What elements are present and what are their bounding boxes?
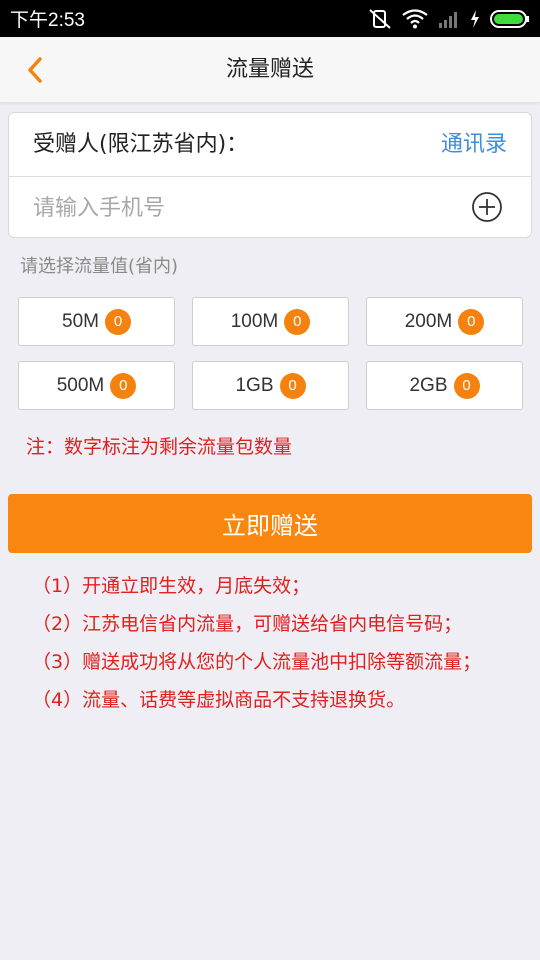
- mute-icon: [368, 8, 392, 30]
- rule-item: （3）赠送成功将从您的个人流量池中扣除等额流量；: [32, 651, 482, 673]
- add-contact-button[interactable]: [471, 191, 503, 223]
- recipient-row: 受赠人(限江苏省内)： 通讯录: [9, 113, 531, 177]
- option-label: 200M: [404, 310, 453, 332]
- option-count-badge: 0: [458, 308, 485, 335]
- rule-item: （4）流量、话费等虚拟商品不支持退换货。: [32, 689, 406, 711]
- option-2gb[interactable]: 2GB 0: [366, 361, 523, 410]
- remaining-note: 注：数字标注为剩余流量包数量: [26, 436, 293, 458]
- status-bar: 下午2:53: [0, 0, 540, 37]
- rule-item: （1）开通立即生效，月底失效；: [32, 575, 311, 597]
- signal-icon: [438, 10, 460, 28]
- send-gift-button[interactable]: 立即赠送: [8, 494, 532, 553]
- option-count-badge: 0: [110, 372, 137, 399]
- option-200m[interactable]: 200M 0: [366, 297, 523, 346]
- option-label: 100M: [230, 310, 279, 332]
- option-count-badge: 0: [453, 372, 480, 399]
- battery-icon: [490, 9, 530, 29]
- option-label: 2GB: [409, 374, 448, 396]
- recipient-label: 受赠人(限江苏省内)：: [33, 132, 249, 157]
- option-100m[interactable]: 100M 0: [192, 297, 349, 346]
- option-50m[interactable]: 50M 0: [18, 297, 175, 346]
- phone-input[interactable]: [33, 179, 453, 237]
- option-count-badge: 0: [279, 372, 306, 399]
- rules-list: （1）开通立即生效，月底失效； （2）江苏电信省内流量，可赠送给省内电信号码； …: [32, 572, 532, 724]
- rule-item: （2）江苏电信省内流量，可赠送给省内电信号码；: [32, 613, 463, 635]
- option-label: 500M: [56, 374, 105, 396]
- option-1gb[interactable]: 1GB 0: [192, 361, 349, 410]
- option-count-badge: 0: [284, 308, 311, 335]
- status-time: 下午2:53: [10, 10, 85, 31]
- recipient-card: 受赠人(限江苏省内)： 通讯录: [8, 112, 532, 238]
- plus-circle-icon: [472, 192, 502, 222]
- page-title: 流量赠送: [225, 57, 314, 82]
- contacts-link[interactable]: 通讯录: [441, 113, 507, 177]
- option-count-badge: 0: [104, 308, 131, 335]
- option-label: 50M: [62, 310, 99, 332]
- option-label: 1GB: [235, 374, 274, 396]
- charging-icon: [470, 9, 480, 28]
- wifi-icon: [402, 8, 428, 29]
- header: 流量赠送: [0, 37, 540, 103]
- option-500m[interactable]: 500M 0: [18, 361, 175, 410]
- status-icons: [368, 8, 530, 30]
- select-label: 请选择流量值(省内): [20, 256, 179, 277]
